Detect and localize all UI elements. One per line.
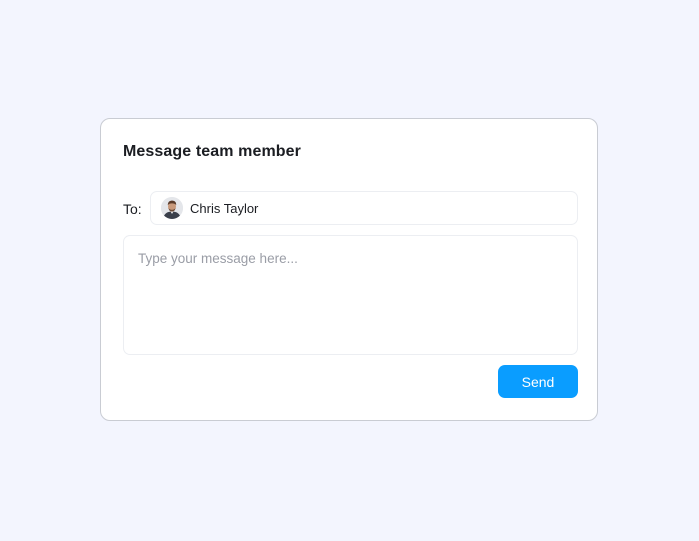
message-input[interactable] <box>123 235 578 355</box>
recipient-name: Chris Taylor <box>190 201 259 216</box>
avatar <box>161 197 183 219</box>
dialog-title: Message team member <box>123 143 301 160</box>
recipient-field[interactable]: Chris Taylor <box>150 191 578 225</box>
message-dialog: Message team member To: Chris Taylor Sen… <box>100 118 598 421</box>
send-button[interactable]: Send <box>498 365 578 398</box>
to-label: To: <box>123 201 142 217</box>
user-avatar-icon <box>161 197 183 219</box>
